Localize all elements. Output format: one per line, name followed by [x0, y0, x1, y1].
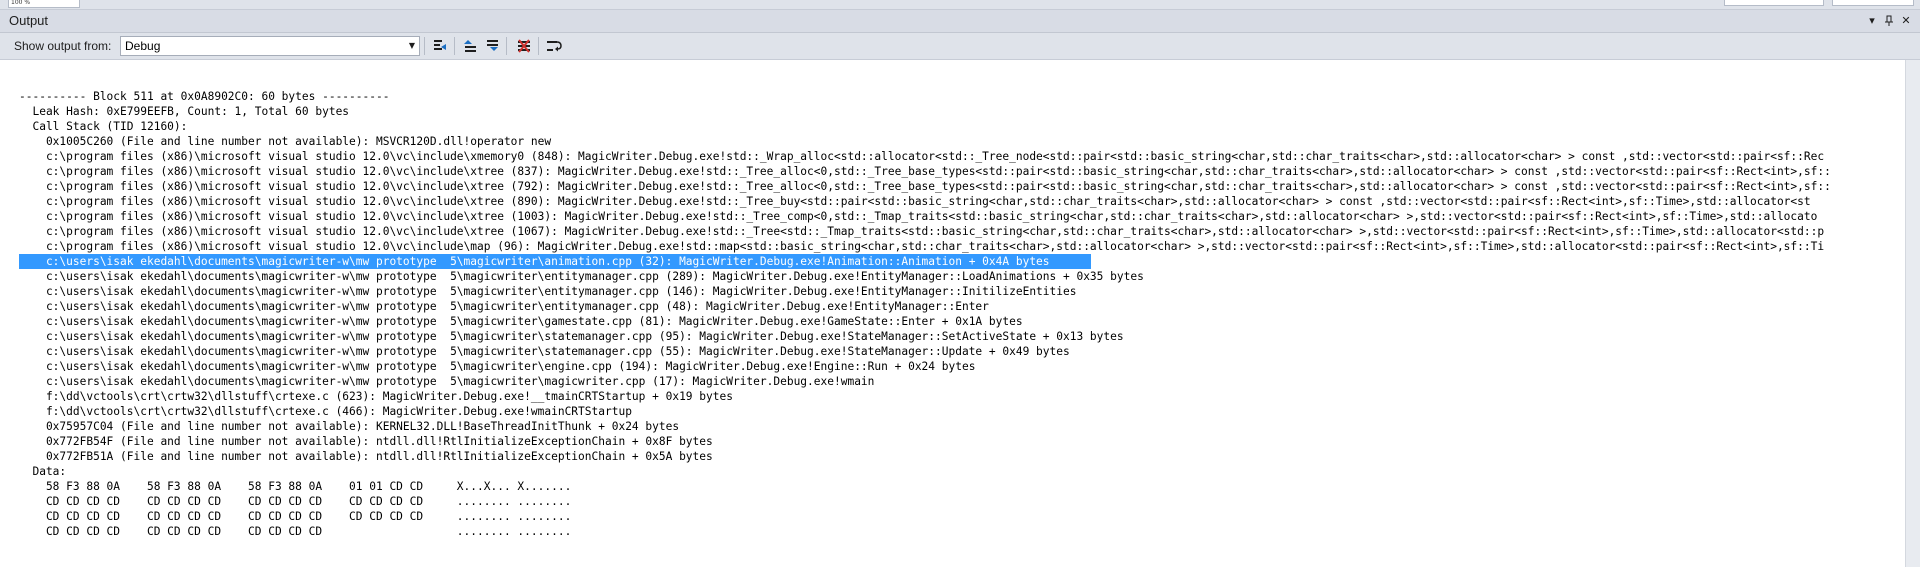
output-line[interactable]: 0x75957C04 (File and line number not ava… — [19, 419, 1831, 434]
output-line[interactable]: CD CD CD CD CD CD CD CD CD CD CD CD ....… — [19, 524, 1831, 539]
chevron-down-icon[interactable]: ▼ — [405, 37, 419, 55]
find-message-in-code-button[interactable] — [430, 36, 450, 56]
output-line[interactable]: c:\users\isak ekedahl\documents\magicwri… — [19, 299, 1831, 314]
output-line[interactable]: c:\users\isak ekedahl\documents\magicwri… — [19, 314, 1831, 329]
output-line[interactable]: c:\program files (x86)\microsoft visual … — [19, 224, 1831, 239]
word-wrap-icon — [547, 41, 562, 52]
selected-output-line[interactable]: c:\users\isak ekedahl\documents\magicwri… — [19, 254, 1831, 269]
output-line[interactable]: ---------- Block 511 at 0x0A8902C0: 60 b… — [19, 89, 1831, 104]
output-line[interactable]: 0x1005C260 (File and line number not ava… — [19, 134, 1831, 149]
output-line[interactable]: c:\program files (x86)\microsoft visual … — [19, 149, 1831, 164]
output-line[interactable]: Call Stack (TID 12160): — [19, 119, 1831, 134]
output-line[interactable]: 0x772FB51A (File and line number not ava… — [19, 449, 1831, 464]
output-line[interactable]: c:\users\isak ekedahl\documents\magicwri… — [19, 269, 1831, 284]
show-output-from-label: Show output from: — [14, 39, 112, 53]
go-to-previous-message-button[interactable] — [460, 36, 480, 56]
toolbar-separator — [506, 37, 507, 55]
toggle-word-wrap-button[interactable] — [544, 36, 564, 56]
zoom-box[interactable]: 100 % — [8, 0, 80, 8]
output-line[interactable]: c:\users\isak ekedahl\documents\magicwri… — [19, 284, 1831, 299]
pin-icon[interactable] — [1881, 13, 1897, 29]
output-line[interactable]: f:\dd\vctools\crt\crtw32\dllstuff\crtexe… — [19, 389, 1831, 404]
vertical-scrollbar[interactable] — [1905, 60, 1920, 567]
output-line[interactable]: c:\program files (x86)\microsoft visual … — [19, 239, 1831, 254]
close-icon[interactable]: ✕ — [1898, 13, 1914, 29]
output-title-bar: Output ▾ ✕ — [0, 10, 1920, 33]
output-line[interactable]: c:\program files (x86)\microsoft visual … — [19, 209, 1831, 224]
output-line[interactable]: 0x772FB54F (File and line number not ava… — [19, 434, 1831, 449]
window-position-dropdown-icon[interactable]: ▾ — [1864, 13, 1880, 29]
output-source-value: Debug — [125, 39, 161, 53]
output-lines: ---------- Block 511 at 0x0A8902C0: 60 b… — [19, 89, 1831, 539]
output-line[interactable]: c:\users\isak ekedahl\documents\magicwri… — [19, 374, 1831, 389]
output-line[interactable]: Leak Hash: 0xE799EEFB, Count: 1, Total 6… — [19, 104, 1831, 119]
toolbar-separator — [538, 37, 539, 55]
toolbar-separator — [454, 37, 455, 55]
clear-all-button[interactable] — [514, 36, 534, 56]
output-line[interactable]: CD CD CD CD CD CD CD CD CD CD CD CD CD C… — [19, 494, 1831, 509]
output-text-area[interactable]: ---------- Block 511 at 0x0A8902C0: 60 b… — [0, 60, 1905, 567]
output-line[interactable]: c:\users\isak ekedahl\documents\magicwri… — [19, 344, 1831, 359]
top-right-field-2[interactable] — [1832, 0, 1914, 6]
toolbar-separator — [424, 37, 425, 55]
output-line[interactable]: c:\program files (x86)\microsoft visual … — [19, 179, 1831, 194]
output-line[interactable]: Data: — [19, 464, 1831, 479]
next-message-icon — [487, 40, 498, 51]
top-strip: 100 % — [0, 0, 1920, 10]
output-line[interactable]: f:\dd\vctools\crt\crtw32\dllstuff\crtexe… — [19, 404, 1831, 419]
top-right-field[interactable] — [1724, 0, 1824, 6]
output-line[interactable]: c:\program files (x86)\microsoft visual … — [19, 164, 1831, 179]
output-line[interactable]: c:\users\isak ekedahl\documents\magicwri… — [19, 359, 1831, 374]
find-in-code-icon — [434, 40, 446, 50]
output-line[interactable]: CD CD CD CD CD CD CD CD CD CD CD CD CD C… — [19, 509, 1831, 524]
output-line[interactable]: c:\program files (x86)\microsoft visual … — [19, 194, 1831, 209]
go-to-next-message-button[interactable] — [482, 36, 502, 56]
output-source-select[interactable]: Debug ▼ — [120, 36, 420, 56]
previous-message-icon — [464, 40, 476, 52]
output-line[interactable]: 58 F3 88 0A 58 F3 88 0A 58 F3 88 0A 01 0… — [19, 479, 1831, 494]
output-toolbar: Show output from: Debug ▼ — [0, 33, 1920, 60]
clear-all-icon — [518, 39, 530, 53]
output-line[interactable]: c:\users\isak ekedahl\documents\magicwri… — [19, 329, 1831, 344]
window-title: Output — [9, 13, 49, 28]
